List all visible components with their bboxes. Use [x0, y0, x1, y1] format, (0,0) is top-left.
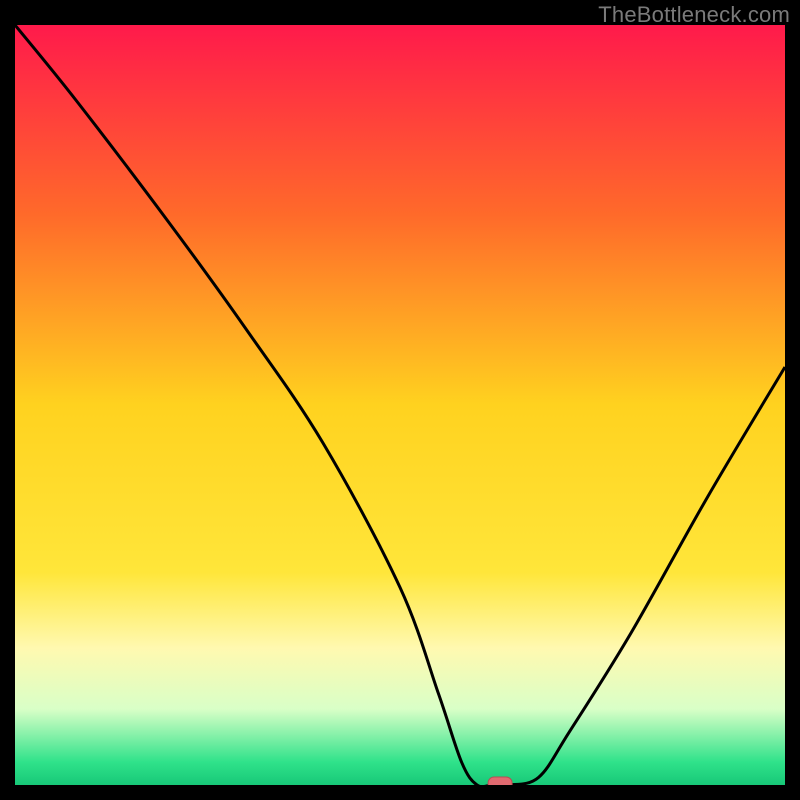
chart-frame: TheBottleneck.com: [0, 0, 800, 800]
gradient-rect: [15, 25, 785, 785]
plot-area: [15, 25, 785, 785]
bottleneck-marker: [488, 777, 512, 785]
chart-svg: [15, 25, 785, 785]
